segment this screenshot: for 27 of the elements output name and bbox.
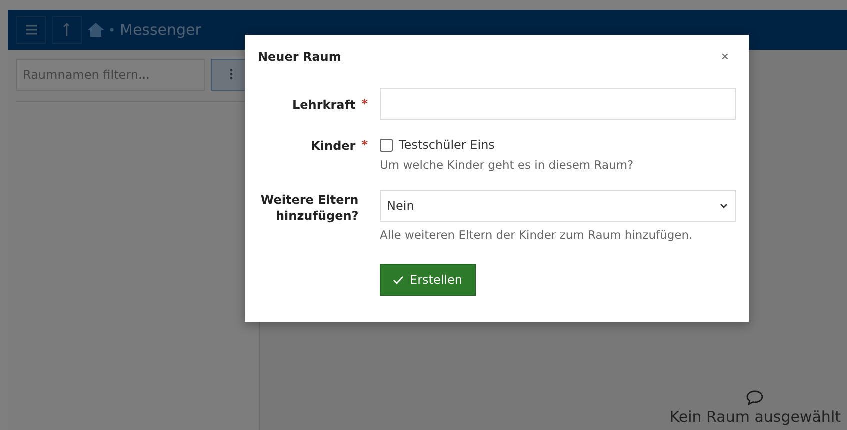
chat-bubble-icon: [746, 390, 764, 406]
close-button[interactable]: ×: [719, 49, 731, 64]
up-button[interactable]: [52, 16, 82, 44]
field-label: Lehrkraft: [292, 97, 356, 114]
empty-state-text: Kein Raum ausgewählt: [670, 408, 841, 426]
chevron-down-icon: [719, 201, 729, 211]
filter-field[interactable]: Raumnamen filtern...: [16, 59, 205, 91]
menu-icon: [26, 25, 36, 35]
select-field[interactable]: Nein: [380, 190, 736, 222]
text-field[interactable]: [380, 88, 736, 120]
up-arrow-icon: [62, 23, 72, 37]
checkbox[interactable]: [380, 138, 393, 152]
home-icon[interactable]: [88, 23, 104, 37]
checkbox-option[interactable]: Testschüler Eins: [380, 138, 736, 152]
field-label: Weitere Eltern hinzufügen?: [260, 192, 359, 226]
required-marker: *: [362, 97, 368, 113]
breadcrumb-separator-icon: [110, 28, 114, 32]
required-marker: *: [362, 138, 368, 154]
create-button[interactable]: Erstellen: [380, 264, 476, 296]
more-icon: [230, 68, 232, 80]
checkbox-label: Testschüler Eins: [399, 138, 495, 152]
menu-button[interactable]: [16, 16, 46, 44]
check-icon: [393, 276, 404, 284]
help-text: Alle weiteren Eltern der Kinder zum Raum hinzufügen.: [380, 228, 694, 242]
dialog-title: Neuer Raum: [258, 50, 342, 64]
field-label: Kinder: [311, 138, 356, 155]
help-text: Um welche Kinder geht es in diesem Raum?: [380, 158, 635, 172]
